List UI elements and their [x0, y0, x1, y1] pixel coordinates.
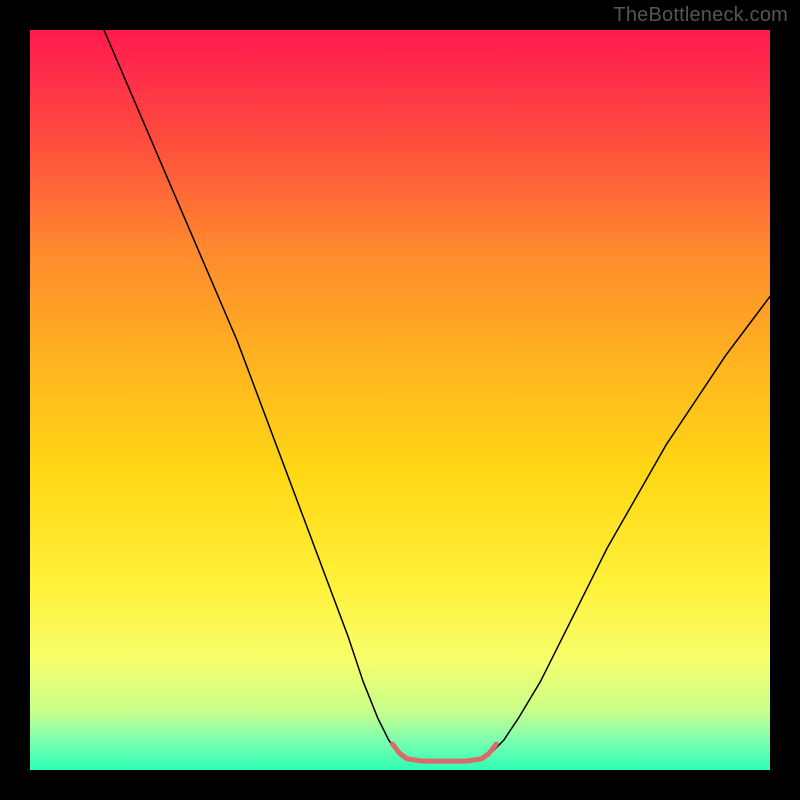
watermark-text: TheBottleneck.com — [613, 4, 788, 27]
chart-frame: TheBottleneck.com — [0, 0, 800, 800]
plot-area — [30, 30, 770, 770]
gradient-background — [30, 30, 770, 770]
chart-svg — [30, 30, 770, 770]
